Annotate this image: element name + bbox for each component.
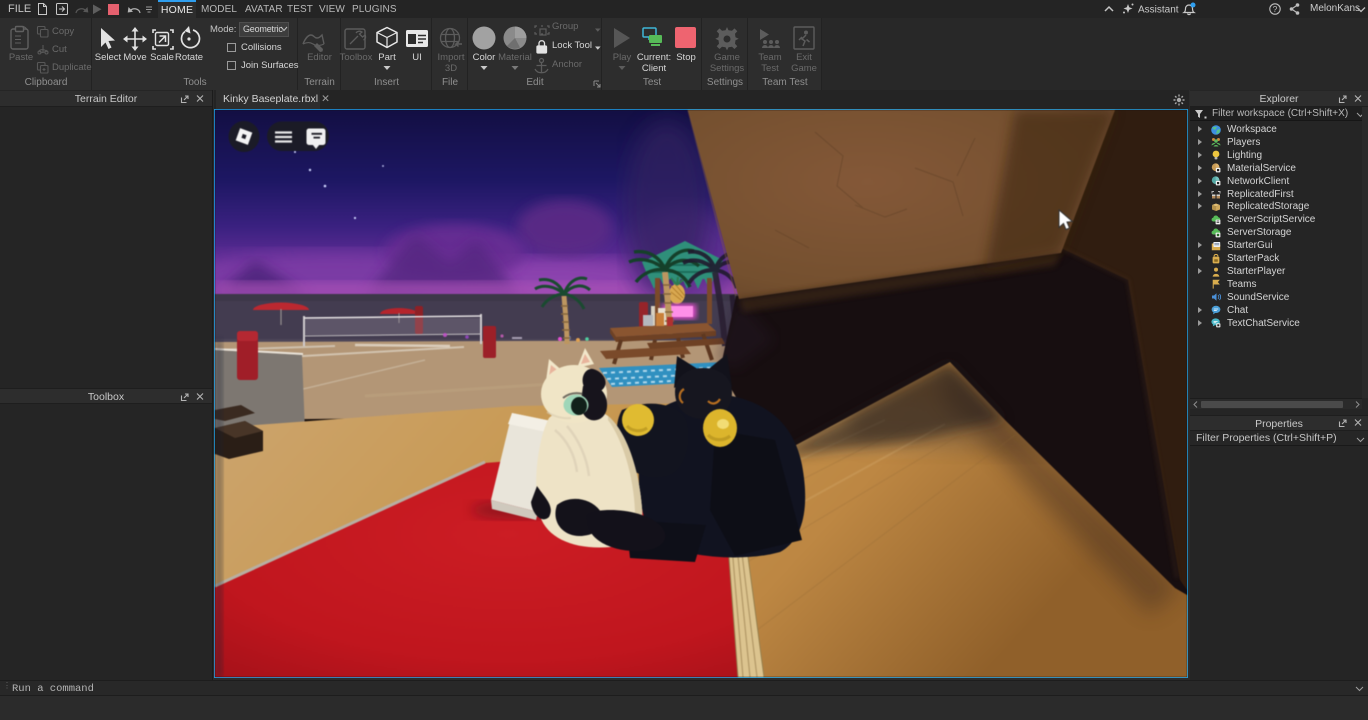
svg-text:Assistant: Assistant [1138,5,1179,16]
svg-text:?: ? [1273,4,1278,14]
